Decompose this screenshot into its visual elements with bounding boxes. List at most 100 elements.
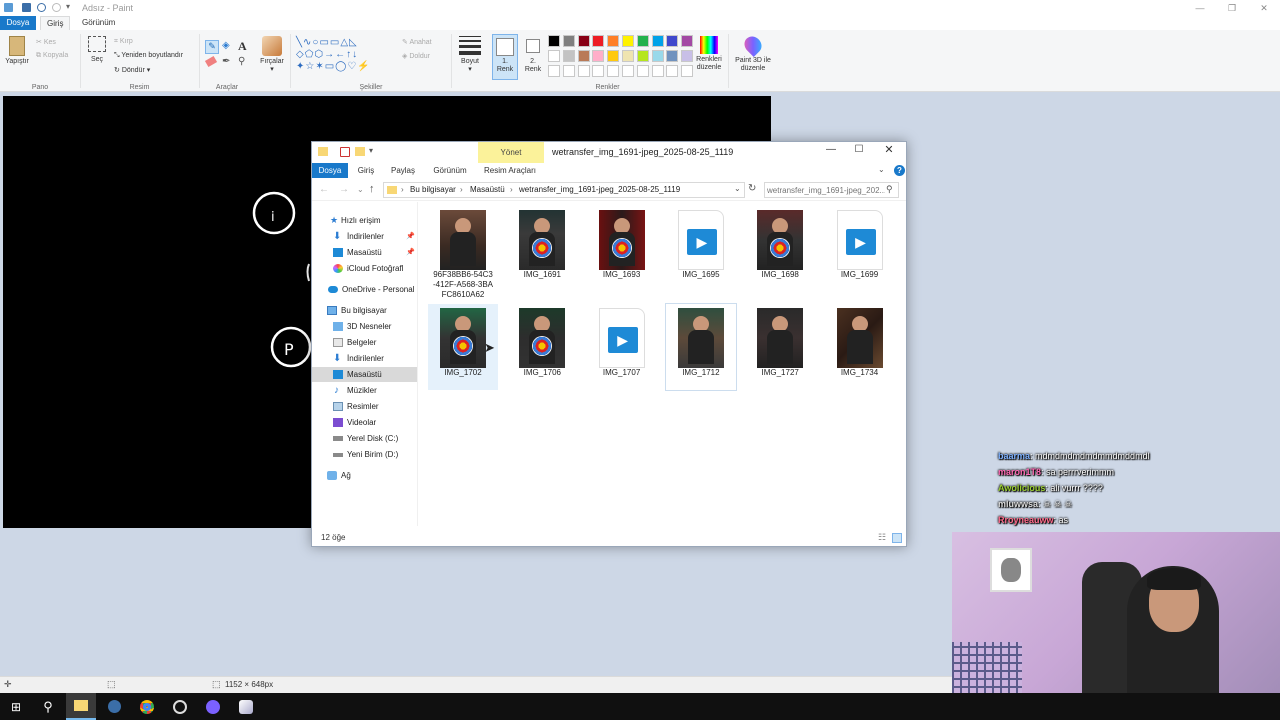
paste-button[interactable]: Yapıştır — [4, 36, 30, 66]
resize-button[interactable]: ⤡ Yeniden boyutlandır — [114, 52, 183, 60]
obs-taskbar-button[interactable] — [165, 693, 195, 720]
forward-arrow-icon[interactable]: → — [339, 184, 349, 195]
color-swatch[interactable] — [562, 35, 575, 47]
maximize-button[interactable]: ❐ — [1216, 0, 1248, 16]
color-swatch[interactable] — [577, 35, 590, 47]
pin-icon[interactable]: 📌 — [406, 229, 415, 244]
customize-quick-access-icon[interactable]: ▾ — [369, 146, 373, 155]
color-swatch[interactable] — [548, 35, 560, 47]
eraser-icon[interactable] — [204, 55, 218, 68]
manage-tab[interactable]: Yönet — [478, 142, 544, 163]
paint-taskbar-button[interactable] — [231, 693, 261, 720]
tab-picture-tools[interactable]: Resim Araçları — [482, 163, 538, 178]
explorer-close-button[interactable]: ✕ — [875, 143, 903, 161]
fill-bucket-icon[interactable]: ◈ — [222, 40, 230, 51]
quick-access-dropdown-icon[interactable]: ▾ — [66, 2, 70, 11]
color-swatch[interactable] — [592, 35, 605, 47]
color-picker-icon[interactable]: ✒ — [222, 56, 230, 67]
details-view-icon[interactable]: ☷ — [878, 529, 886, 546]
color-swatch[interactable] — [592, 50, 605, 62]
color-swatch[interactable] — [636, 35, 649, 47]
chrome-taskbar-button[interactable] — [132, 693, 162, 720]
color-swatch[interactable] — [548, 50, 560, 62]
video-file-item[interactable]: ▶ IMG_1695 — [666, 206, 736, 292]
large-icons-view-icon[interactable] — [892, 533, 902, 543]
video-file-item[interactable]: ▶ IMG_1707 — [587, 304, 657, 390]
expand-ribbon-icon[interactable]: ⌄ — [878, 165, 885, 174]
nav-onedrive[interactable]: OneDrive - Personal — [312, 282, 417, 297]
empty-color-swatch[interactable] — [651, 65, 664, 77]
save-icon[interactable] — [22, 3, 31, 12]
nav-network[interactable]: Ağ — [312, 468, 417, 483]
empty-color-swatch[interactable] — [592, 65, 605, 77]
tab-file[interactable]: Dosya — [0, 16, 36, 30]
tab-view[interactable]: Görünüm — [428, 163, 472, 178]
color-swatch[interactable] — [577, 50, 590, 62]
back-arrow-icon[interactable]: ← — [319, 184, 329, 195]
paint3d-button[interactable]: Paint 3D ile düzenle — [732, 32, 774, 73]
explorer-maximize-button[interactable]: ☐ — [845, 144, 873, 160]
color-swatch[interactable] — [622, 50, 634, 62]
redo-icon[interactable] — [52, 3, 61, 12]
search-input[interactable] — [767, 184, 885, 196]
pin-icon[interactable]: 📌 — [406, 245, 415, 260]
magnifier-icon[interactable]: ⚲ — [238, 56, 245, 67]
nav-downloads-pc[interactable]: ⬇ İndirilenler — [312, 351, 417, 366]
empty-color-swatch[interactable] — [681, 65, 694, 77]
image-file-item[interactable]: IMG_1691 — [507, 206, 577, 292]
breadcrumb-folder[interactable]: wetransfer_img_1691-jpeg_2025-08-25_1119 — [519, 185, 680, 194]
nav-videos[interactable]: Videolar — [312, 415, 417, 430]
empty-color-swatch[interactable] — [607, 65, 620, 77]
nav-desktop-pc[interactable]: Masaüstü — [312, 367, 417, 382]
tab-share[interactable]: Paylaş — [388, 163, 418, 178]
color-swatch[interactable] — [562, 50, 575, 62]
shapes-gallery[interactable]: ╲∿○▭▭△◺ ◇⬠⬡→←↑↓ ✦☆✶▭◯♡⚡ — [296, 37, 394, 75]
crop-button[interactable]: ⌗ Kırp — [114, 38, 133, 46]
image-file-item[interactable]: IMG_1712 — [664, 303, 737, 391]
up-arrow-icon[interactable]: ↑ — [369, 183, 375, 195]
video-file-item[interactable]: ▶ IMG_1699 — [825, 206, 895, 292]
address-bar[interactable]: › Bu bilgisayar › Masaüstü › wetransfer_… — [383, 182, 745, 198]
color-swatch[interactable] — [681, 50, 694, 62]
image-file-item[interactable]: IMG_1693 — [587, 206, 657, 292]
breadcrumb-desktop[interactable]: Masaüstü — [470, 185, 505, 194]
address-dropdown-icon[interactable]: ⌄ — [734, 184, 741, 193]
minimize-button[interactable]: — — [1184, 0, 1216, 16]
image-file-item[interactable]: IMG_1734 — [825, 304, 895, 390]
color-swatch[interactable] — [607, 35, 620, 47]
color2-button[interactable]: 2. Renk — [521, 36, 545, 74]
properties-icon[interactable] — [340, 147, 350, 157]
image-file-item[interactable]: IMG_1727 — [745, 304, 815, 390]
brushes-button[interactable]: Fırçalar ▾ — [258, 36, 286, 74]
refresh-icon[interactable]: ↻ — [748, 183, 756, 194]
outline-button[interactable]: ✎ Anahat — [402, 38, 432, 46]
nav-new-volume[interactable]: Yeni Birim (D:) — [312, 447, 417, 462]
empty-color-swatch[interactable] — [562, 65, 575, 77]
recent-locations-icon[interactable]: ⌄ — [357, 185, 364, 194]
color-swatch[interactable] — [666, 50, 679, 62]
nav-pictures[interactable]: Resimler — [312, 399, 417, 414]
start-button[interactable]: ⊞ — [1, 693, 31, 720]
breadcrumb-this-pc[interactable]: Bu bilgisayar — [410, 185, 456, 194]
text-tool-icon[interactable]: A — [238, 39, 247, 54]
color1-button[interactable]: 1. Renk — [492, 34, 518, 80]
empty-color-swatch[interactable] — [666, 65, 679, 77]
app-taskbar-button[interactable] — [99, 693, 129, 720]
close-button[interactable]: ✕ — [1248, 0, 1280, 16]
file-explorer-taskbar-button[interactable] — [66, 693, 96, 720]
nav-3d-objects[interactable]: 3D Nesneler — [312, 319, 417, 334]
empty-color-swatch[interactable] — [636, 65, 649, 77]
nav-icloud-photos[interactable]: iCloud Fotoğrafl — [312, 261, 417, 276]
color-swatch[interactable] — [666, 35, 679, 47]
select-button[interactable]: Seç — [85, 36, 109, 64]
nav-local-disk[interactable]: Yerel Disk (C:) — [312, 431, 417, 446]
rotate-button[interactable]: ↻ Döndür ▾ — [114, 66, 150, 74]
color-swatch[interactable] — [681, 35, 694, 47]
image-file-item[interactable]: IMG_1698 — [745, 206, 815, 292]
nav-music[interactable]: ♪ Müzikler — [312, 383, 417, 398]
color-swatch[interactable] — [607, 50, 620, 62]
explorer-minimize-button[interactable]: — — [817, 144, 845, 160]
color-swatch[interactable] — [636, 50, 649, 62]
image-file-item[interactable]: IMG_1706 — [507, 304, 577, 390]
undo-icon[interactable] — [37, 3, 46, 12]
